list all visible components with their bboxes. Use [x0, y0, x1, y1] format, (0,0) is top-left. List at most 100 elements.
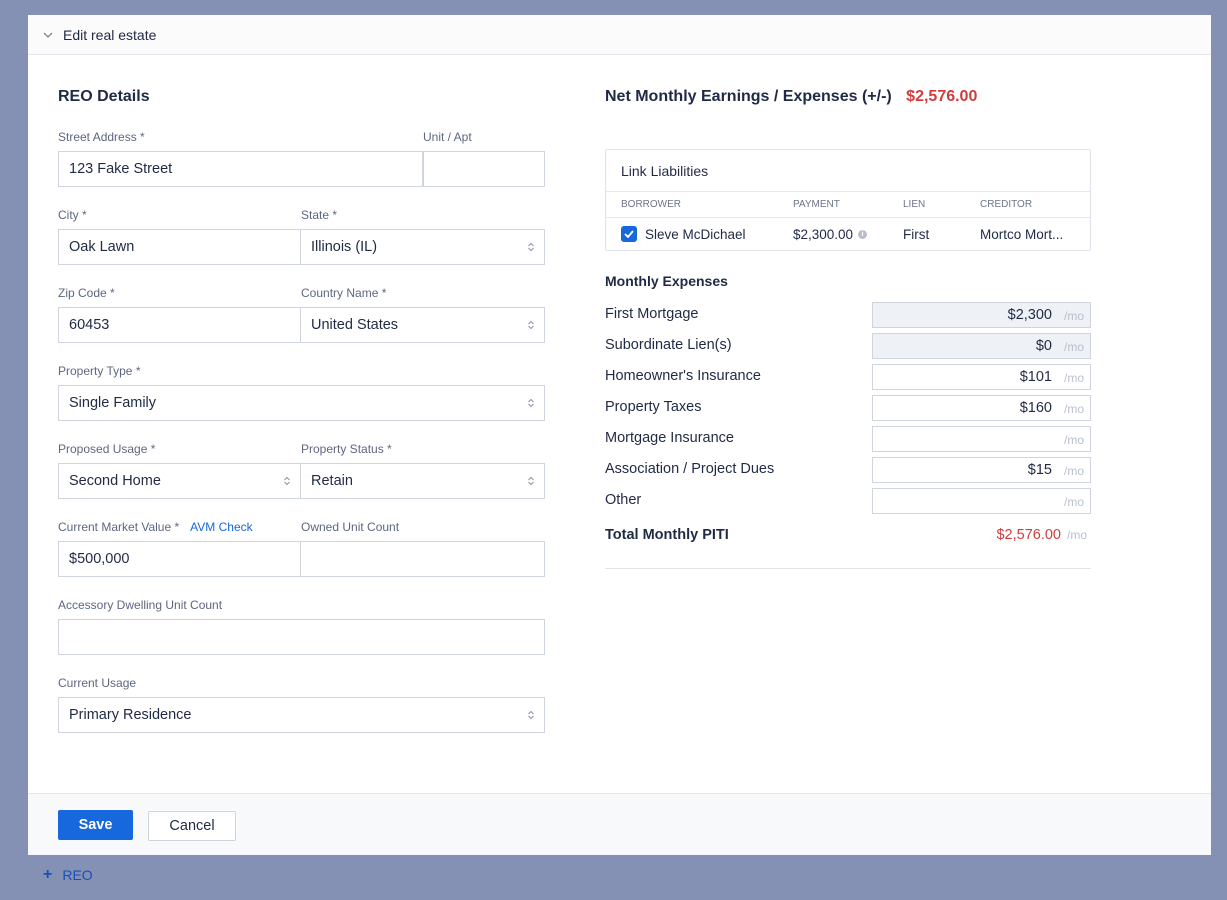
proposed-usage-select[interactable]: Second Home — [58, 463, 301, 499]
borrower-cell: Sleve McDichael — [645, 226, 746, 242]
property-type-label: Property Type * — [58, 364, 141, 378]
chevron-down-icon[interactable] — [42, 29, 54, 41]
expense-row: Subordinate Lien(s) $0 /mo — [605, 333, 1091, 360]
city-input[interactable]: Oak Lawn — [58, 229, 301, 265]
select-caret-icon — [528, 710, 534, 720]
unit-apt-input[interactable] — [423, 151, 545, 187]
market-value-label: Current Market Value * — [58, 520, 180, 534]
expense-row: Property Taxes $160 /mo — [605, 395, 1091, 422]
property-taxes-input[interactable]: $160 /mo — [872, 395, 1091, 421]
panel-title: Edit real estate — [63, 26, 157, 43]
state-select[interactable]: Illinois (IL) — [301, 229, 545, 265]
earnings-section: Net Monthly Earnings / Expenses (+/-) $2… — [605, 87, 1091, 569]
property-status-select[interactable]: Retain — [301, 463, 545, 499]
expense-label: Property Taxes — [605, 399, 702, 415]
association-dues-input[interactable]: $15 /mo — [872, 457, 1091, 483]
city-label: City * — [58, 208, 87, 222]
select-caret-icon — [528, 320, 534, 330]
adu-count-input[interactable] — [58, 619, 545, 655]
country-name-label: Country Name * — [301, 286, 387, 300]
street-address-input[interactable]: 123 Fake Street — [58, 151, 423, 187]
current-usage-value: Primary Residence — [69, 707, 192, 723]
info-icon[interactable]: i — [858, 230, 868, 240]
per-month-unit: /mo — [1063, 371, 1084, 385]
save-button[interactable]: Save — [58, 810, 133, 840]
panel-header[interactable]: Edit real estate — [28, 15, 1211, 55]
expense-value: $160 — [1019, 400, 1052, 416]
property-status-label: Property Status * — [301, 442, 392, 456]
select-caret-icon — [528, 398, 534, 408]
adu-count-label: Accessory Dwelling Unit Count — [58, 598, 223, 612]
mortgage-insurance-input[interactable]: /mo — [872, 426, 1091, 452]
select-caret-icon — [528, 242, 534, 252]
net-earnings-label: Net Monthly Earnings / Expenses (+/-) — [605, 88, 892, 105]
total-piti-value: $2,576.00 — [996, 527, 1061, 543]
expense-row: Other /mo — [605, 488, 1091, 515]
expense-label: Subordinate Lien(s) — [605, 337, 732, 353]
col-creditor: CREDITOR — [980, 199, 1033, 210]
market-value-input[interactable]: $500,000 — [58, 541, 301, 577]
street-address-label: Street Address * — [58, 130, 145, 144]
net-earnings-value: $2,576.00 — [906, 88, 978, 105]
unit-apt-label: Unit / Apt — [423, 130, 472, 144]
expense-label: Mortgage Insurance — [605, 430, 734, 446]
creditor-cell: Mortco Mort... — [980, 226, 1064, 242]
total-piti: $2,576.00/mo — [996, 527, 1091, 543]
property-type-value: Single Family — [69, 395, 157, 411]
market-value-label-row: Current Market Value * AVM Check — [58, 519, 301, 535]
cancel-button[interactable]: Cancel — [148, 811, 236, 841]
expense-value: $101 — [1019, 369, 1052, 385]
panel-footer: Save Cancel — [28, 793, 1211, 855]
col-payment: PAYMENT — [793, 199, 840, 210]
check-icon — [624, 230, 634, 238]
col-lien: LIEN — [903, 199, 926, 210]
expense-row: First Mortgage $2,300 /mo — [605, 302, 1091, 329]
homeowners-insurance-input[interactable]: $101 /mo — [872, 364, 1091, 390]
zip-code-input[interactable]: 60453 — [58, 307, 301, 343]
subordinate-liens-input: $0 /mo — [872, 333, 1091, 359]
proposed-usage-value: Second Home — [69, 473, 161, 489]
add-reo-label: REO — [62, 867, 93, 883]
country-select[interactable]: United States — [301, 307, 545, 343]
expense-label: Other — [605, 492, 642, 508]
other-expense-input[interactable]: /mo — [872, 488, 1091, 514]
property-type-select[interactable]: Single Family — [58, 385, 545, 421]
property-status-value: Retain — [311, 473, 353, 489]
lien-cell: First — [903, 226, 930, 242]
expense-label: Homeowner's Insurance — [605, 368, 761, 384]
zip-code-label: Zip Code * — [58, 286, 115, 300]
expense-value: $15 — [1027, 462, 1052, 478]
owned-unit-count-label: Owned Unit Count — [301, 520, 400, 534]
expense-value: $0 — [1035, 338, 1052, 354]
per-month-unit: /mo — [1063, 464, 1084, 478]
link-liabilities-title: Link Liabilities — [606, 150, 1090, 192]
net-earnings-heading: Net Monthly Earnings / Expenses (+/-) $2… — [605, 87, 1091, 107]
proposed-usage-label: Proposed Usage * — [58, 442, 156, 456]
add-reo-button[interactable]: + REO — [43, 866, 93, 884]
reo-details-heading: REO Details — [58, 88, 150, 105]
state-select-value: Illinois (IL) — [311, 239, 378, 255]
liabilities-table-header: BORROWER PAYMENT LIEN CREDITOR — [606, 192, 1090, 218]
expense-row: Homeowner's Insurance $101 /mo — [605, 364, 1091, 391]
table-row: Sleve McDichael $2,300.00 i First Mortco … — [606, 218, 1090, 250]
avm-check-link[interactable]: AVM Check — [190, 519, 252, 535]
link-liabilities-card: Link Liabilities BORROWER PAYMENT LIEN C… — [605, 149, 1091, 251]
reo-details-section: REO Details Street Address * 123 Fake St… — [58, 87, 545, 733]
expense-label: Association / Project Dues — [605, 461, 775, 477]
owned-unit-count-input[interactable] — [301, 541, 545, 577]
per-month-unit: /mo — [1063, 495, 1084, 509]
monthly-expenses-title: Monthly Expenses — [605, 273, 728, 289]
divider — [605, 568, 1091, 569]
state-label: State * — [301, 208, 338, 222]
liability-checkbox[interactable] — [621, 226, 637, 242]
select-caret-icon — [284, 476, 290, 486]
select-caret-icon — [528, 476, 534, 486]
per-month-unit: /mo — [1066, 528, 1087, 542]
per-month-unit: /mo — [1063, 402, 1084, 416]
expense-row: Association / Project Dues $15 /mo — [605, 457, 1091, 484]
current-usage-select[interactable]: Primary Residence — [58, 697, 545, 733]
current-usage-label: Current Usage — [58, 676, 137, 690]
edit-real-estate-panel: Edit real estate REO Details Street Addr… — [28, 15, 1211, 855]
payment-cell: $2,300.00 i — [793, 227, 868, 242]
first-mortgage-input: $2,300 /mo — [872, 302, 1091, 328]
